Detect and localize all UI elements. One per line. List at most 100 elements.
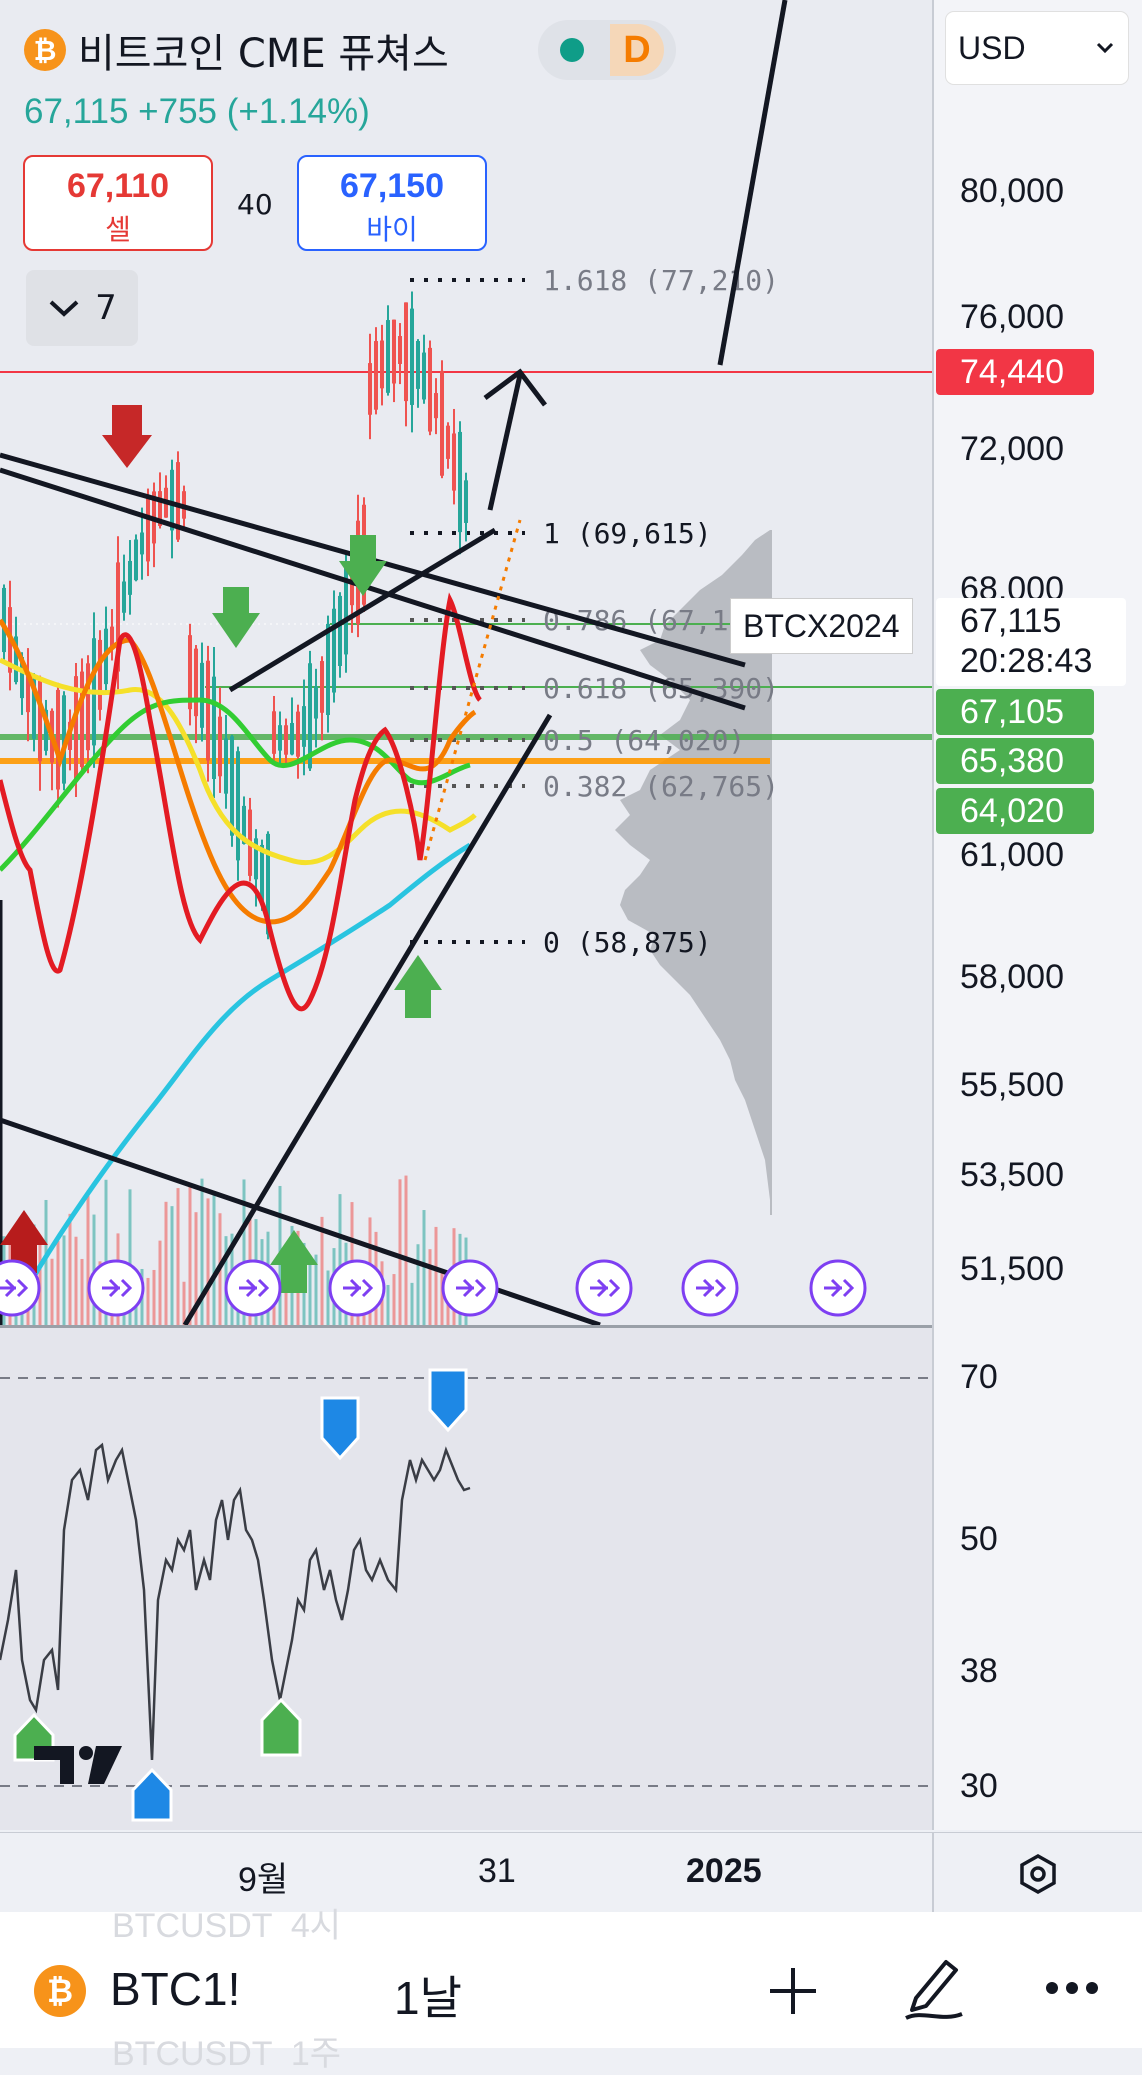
candle-body (416, 341, 420, 389)
candle-body (278, 725, 282, 751)
candle-body (410, 308, 414, 405)
fib-0-label: 0 (58,875) (543, 926, 712, 959)
volume-bar (314, 1254, 318, 1325)
level-price-tag[interactable]: 64,020 (936, 788, 1094, 834)
volume-bar (392, 1274, 396, 1325)
price-change-line: 67,115 +755 (+1.14%) (24, 92, 370, 131)
alert-price-tag[interactable]: 74,440 (936, 349, 1094, 395)
ghost-symbol-bottom: BTCUSDT 1주 (112, 2035, 342, 2073)
volume-bar (86, 1190, 90, 1325)
volume-bar (428, 1249, 432, 1325)
candle-body (338, 595, 342, 666)
volume-bar (146, 1277, 150, 1325)
candle-body (284, 725, 288, 755)
volume-bar (74, 1236, 78, 1325)
chart-settings-icon[interactable] (1016, 1852, 1060, 1896)
candle-body (236, 751, 240, 861)
candle-body (434, 393, 438, 419)
fib-0618-label: 0.618 (65,390) (543, 672, 779, 705)
rsi-axis-label: 38 (960, 1652, 998, 1690)
volume-bar (176, 1188, 180, 1325)
price-axis-label: 58,000 (960, 958, 1064, 996)
more-icon[interactable] (1044, 1978, 1100, 1998)
volume-bar (410, 1282, 414, 1325)
rsi-axis-label: 50 (960, 1520, 998, 1558)
candle-body (98, 639, 102, 710)
fib-1-label: 1 (69,615) (543, 517, 712, 550)
volume-bar (434, 1226, 438, 1325)
volume-bar (212, 1193, 216, 1325)
candle-body (464, 480, 468, 523)
volume-bar (188, 1185, 192, 1325)
price-chart[interactable]: 1.618 (77,210) 1 (69,615) 0.786 (67,16 0… (0, 0, 934, 1830)
candle-body (128, 560, 132, 595)
level-price-tag[interactable]: 65,380 (936, 738, 1094, 784)
candle-body (374, 341, 378, 410)
volume-bar (50, 1258, 54, 1325)
drawing-pen-icon[interactable] (902, 1952, 966, 2022)
candle-body (290, 722, 294, 755)
candle-body (194, 648, 198, 717)
candle-body (428, 347, 432, 432)
price-axis-label: 51,500 (960, 1250, 1064, 1288)
interval-button[interactable]: 1날 (394, 1962, 462, 2028)
sell-button[interactable]: 67,110 셀 (23, 155, 213, 251)
candle-body (326, 623, 330, 716)
volume-bar (80, 1258, 84, 1325)
volume-bar (56, 1240, 60, 1325)
candle-body (206, 660, 210, 761)
symbol-line-label[interactable]: BTCX2024 (730, 598, 913, 654)
spread-value: 40 (237, 188, 273, 221)
sell-price: 67,110 (66, 167, 170, 205)
currency-value: USD (958, 29, 1026, 66)
candle-body (122, 581, 126, 613)
candle-body (230, 736, 234, 836)
volume-bar (386, 1284, 390, 1325)
volume-bar (182, 1281, 186, 1325)
price-axis-label: 72,000 (960, 430, 1064, 468)
candle-body (446, 425, 450, 459)
price-axis-label: 76,000 (960, 298, 1064, 336)
market-open-icon (560, 38, 584, 62)
chevron-down-icon (1096, 42, 1114, 54)
level-price-tag[interactable]: 67,105 (936, 689, 1094, 735)
candle-body (302, 706, 306, 747)
time-axis-label: 9월 (238, 1861, 289, 1899)
candle-body (386, 320, 390, 393)
candle-body (422, 352, 426, 400)
fib-1618-label: 1.618 (77,210) (543, 264, 779, 297)
candle-body (272, 711, 276, 754)
market-status-pill[interactable]: D (538, 20, 676, 80)
volume-bar (416, 1244, 420, 1325)
symbol-search-button[interactable]: BTC1! (110, 1962, 240, 2016)
axis-divider (932, 1832, 934, 1912)
chevron-down-icon (49, 300, 79, 317)
volume-bar (152, 1269, 156, 1325)
rsi-axis-label: 30 (960, 1767, 998, 1805)
volume-bar (308, 1261, 312, 1325)
add-icon[interactable] (766, 1964, 820, 2018)
rsi-axis-label: 70 (960, 1358, 998, 1396)
indicators-toggle-button[interactable]: 7 (26, 270, 138, 346)
volume-bar (164, 1201, 168, 1325)
indicators-count: 7 (95, 288, 117, 328)
time-axis-label: 2025 (686, 1852, 762, 1890)
ghost-symbol-top: BTCUSDT 4시 (112, 1907, 342, 1945)
volume-bar (62, 1235, 66, 1325)
currency-select[interactable]: USD (946, 12, 1128, 84)
fib-0786-label: 0.786 (67,16 (543, 604, 745, 637)
price-axis-label: 80,000 (960, 172, 1064, 210)
candle-body (296, 711, 300, 757)
symbol-header[interactable]: ₿ 비트코인 CME 퓨쳐스 (24, 20, 449, 80)
candle-body (320, 661, 324, 713)
candle-body (458, 431, 462, 533)
fib-0382-label: 0.382 (62,765) (543, 770, 779, 803)
axis-divider (932, 0, 934, 1830)
candle-body (404, 302, 408, 402)
bitcoin-icon: ₿ (34, 1965, 86, 2017)
candle-body (452, 433, 456, 491)
volume-bar (404, 1175, 408, 1325)
candle-body (140, 532, 144, 555)
candle-body (38, 680, 42, 762)
buy-button[interactable]: 67,150 바이 (297, 155, 487, 251)
